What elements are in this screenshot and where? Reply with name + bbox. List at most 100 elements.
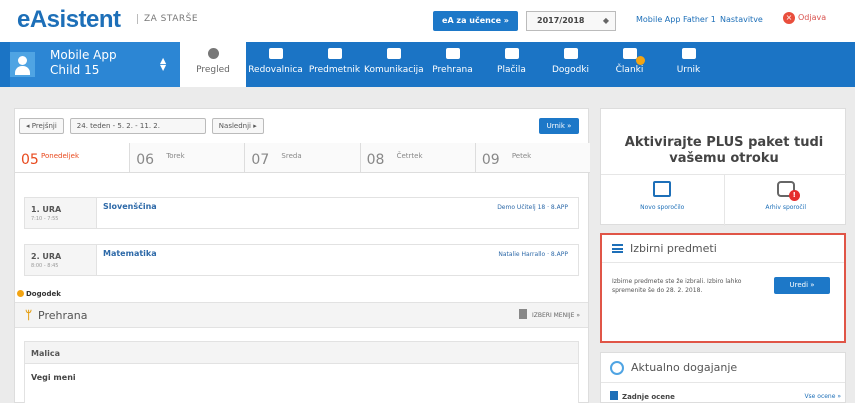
- list-icon: [612, 244, 623, 253]
- next-week-button[interactable]: Naslednji ▸: [211, 118, 264, 134]
- app-logo[interactable]: eAsistent: [17, 6, 121, 34]
- all-grades-link[interactable]: Vse ocene »: [804, 393, 841, 400]
- tab-komunikacija[interactable]: Komunikacija: [364, 42, 424, 87]
- calendar-icon: [563, 48, 578, 59]
- tab-redovalnica[interactable]: Redovalnica: [246, 42, 305, 87]
- day-name: Torek: [166, 152, 185, 160]
- tab-placila[interactable]: Plačila: [482, 42, 541, 87]
- lesson-teacher[interactable]: Demo Učitelj 18 · 8.APP: [497, 204, 568, 211]
- events-label-text: Dogodek: [26, 290, 61, 298]
- event-dot-icon: [17, 290, 24, 297]
- lesson-slot: 2. URA 8:00 - 8:45: [25, 245, 97, 275]
- tab-label: Urnik: [676, 65, 701, 75]
- meal-name: Malica: [25, 342, 578, 364]
- dashboard-icon: [207, 48, 219, 59]
- promo-actions: Novo sporočilo Arhiv sporočil: [601, 174, 847, 226]
- lesson-subject[interactable]: Matematika: [103, 249, 157, 258]
- lesson-time: 7:10 - 7:55: [31, 216, 59, 222]
- tab-label: Plačila: [497, 65, 526, 75]
- day-tab[interactable]: 08 Četrtek: [359, 143, 475, 172]
- archive-alert-icon: [776, 181, 800, 201]
- menu-card-icon: [519, 309, 527, 319]
- settings-link[interactable]: Nastavitve: [720, 15, 763, 24]
- tab-predmetnik[interactable]: Predmetnik: [305, 42, 364, 87]
- day-tab[interactable]: 06 Torek: [129, 143, 245, 172]
- day-tab[interactable]: 09 Petek: [474, 143, 591, 172]
- day-tab[interactable]: 07 Sreda: [244, 143, 360, 172]
- ea-for-students-button[interactable]: eA za učence »: [433, 11, 518, 31]
- latest-grades-row: Zadnje ocene: [610, 391, 675, 401]
- elective-subjects-title: Izbirni predmeti: [630, 242, 717, 255]
- compose-icon: [653, 181, 672, 197]
- fork-icon: ᛘ: [25, 308, 33, 322]
- tab-clanki[interactable]: Članki: [600, 42, 659, 87]
- lesson-row[interactable]: 1. URA 7:10 - 7:55 Slovenščina Demo Učit…: [24, 197, 579, 229]
- choose-menus-button[interactable]: IZBERI MENIJE »: [519, 308, 580, 324]
- message-archive-button[interactable]: Arhiv sporočil: [723, 175, 848, 226]
- child-selector[interactable]: Mobile App Child 15 ▲ ▼: [10, 42, 180, 87]
- edit-button[interactable]: Uredi »: [774, 277, 830, 294]
- day-tab[interactable]: 05 Ponedeljek: [15, 143, 130, 172]
- previous-week-button[interactable]: ◂ Prejšnji: [19, 118, 64, 134]
- current-events-panel: Aktualno dogajanje Zadnje ocene Vse ocen…: [600, 352, 846, 403]
- nav-tabs: Pregled Redovalnica Predmetnik Komunikac…: [180, 42, 718, 87]
- tab-urnik[interactable]: Urnik: [659, 42, 718, 87]
- close-icon: ×: [783, 12, 795, 24]
- meals-header: ᛘ Prehrana IZBERI MENIJE »: [15, 302, 588, 328]
- new-message-button[interactable]: Novo sporočilo: [601, 175, 724, 226]
- gradebook-icon: [268, 48, 283, 59]
- events-label[interactable]: Dogodek: [17, 290, 61, 298]
- book-icon: [327, 48, 342, 59]
- promo-title[interactable]: Aktivirajte PLUS paket tudi vašemu otrok…: [601, 135, 847, 167]
- day-name: Četrtek: [396, 152, 423, 160]
- week-value: 24. teden - 5. 2. - 11. 2.: [76, 122, 160, 130]
- week-navigation: ◂ Prejšnji 24. teden - 5. 2. - 11. 2. Na…: [19, 118, 264, 134]
- lesson-row[interactable]: 2. URA 8:00 - 8:45 Matematika Natalie Ha…: [24, 244, 579, 276]
- day-tabs: 05 Ponedeljek 06 Torek 07 Sreda 08 Četrtek 0…: [15, 143, 591, 173]
- school-year-select[interactable]: 2017/2018 ◆: [526, 11, 616, 31]
- lesson-teacher[interactable]: Natalie Harrallo · 8.APP: [498, 251, 568, 258]
- meal-item: Vegi meni: [31, 373, 76, 382]
- meal-box: Malica Vegi meni: [24, 341, 579, 403]
- week-select[interactable]: 24. teden - 5. 2. - 11. 2.: [69, 118, 206, 134]
- day-name: Petek: [511, 152, 532, 160]
- elective-subjects-panel: Izbirni predmeti Izbirne predmete ste že…: [600, 233, 846, 343]
- day-number: 05: [21, 152, 39, 168]
- day-number: 08: [366, 152, 385, 168]
- plus-promo-panel: Aktivirajte PLUS paket tudi vašemu otrok…: [600, 108, 847, 226]
- meals-title: Prehrana: [38, 309, 88, 322]
- lesson-slot: 1. URA 7:10 - 7:55: [25, 198, 97, 228]
- tab-label: Komunikacija: [364, 65, 424, 75]
- logout-link[interactable]: × Odjava: [783, 12, 826, 24]
- tab-label: Prehrana: [432, 65, 473, 75]
- current-events-header: Aktualno dogajanje: [601, 353, 845, 383]
- lesson-period: 2. URA: [31, 252, 62, 261]
- current-events-title: Aktualno dogajanje: [631, 361, 738, 374]
- new-message-label: Novo sporočilo: [640, 204, 685, 211]
- chat-icon: [386, 48, 401, 59]
- avatar: [10, 52, 35, 77]
- child-name: Mobile App Child 15: [50, 48, 117, 77]
- tab-label: Pregled: [196, 65, 230, 75]
- lesson-time: 8:00 - 8:45: [31, 263, 59, 269]
- tab-pregled[interactable]: Pregled: [180, 42, 246, 87]
- grade-icon: [610, 391, 618, 400]
- school-year-value: 2017/2018: [537, 16, 585, 25]
- logout-label: Odjava: [798, 13, 827, 22]
- timetable-icon: [681, 48, 696, 59]
- tab-prehrana[interactable]: Prehrana: [423, 42, 482, 87]
- weekly-schedule-panel: ◂ Prejšnji 24. teden - 5. 2. - 11. 2. Na…: [14, 108, 591, 403]
- timetable-button[interactable]: Urnik »: [539, 118, 579, 134]
- archive-label: Arhiv sporočil: [765, 204, 807, 211]
- top-header: eAsistent ZA STARŠE eA za učence » 2017/…: [0, 0, 855, 42]
- logo-subtitle: ZA STARŠE: [137, 14, 198, 24]
- articles-icon: [622, 48, 637, 59]
- food-icon: [445, 48, 460, 59]
- lesson-subject[interactable]: Slovenščina: [103, 202, 157, 211]
- user-link[interactable]: Mobile App Father 1: [636, 15, 716, 24]
- clock-icon: [610, 361, 624, 375]
- tab-label: Redovalnica: [248, 65, 303, 75]
- day-name: Sreda: [281, 152, 302, 160]
- chevron-updown-icon: ◆: [602, 16, 609, 25]
- tab-dogodki[interactable]: Dogodki: [541, 42, 600, 87]
